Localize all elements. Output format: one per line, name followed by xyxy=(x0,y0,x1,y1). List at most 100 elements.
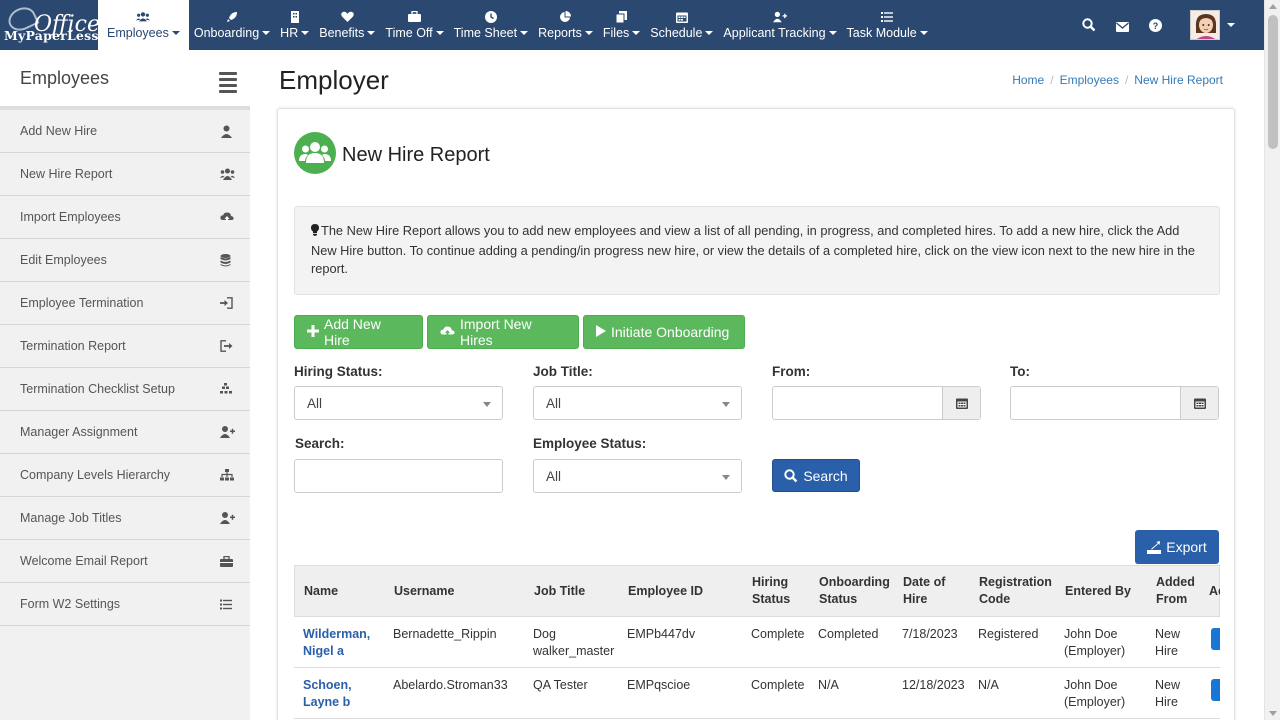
nav-schedule[interactable]: Schedule xyxy=(645,0,718,50)
users-icon xyxy=(294,132,336,174)
cell-onboarding-status: Completed xyxy=(818,627,879,641)
sidebar-item-label: Manage Job Titles xyxy=(20,511,122,525)
search-label: Search: xyxy=(295,436,345,451)
sidebar-item-employee-termination[interactable]: Employee Termination xyxy=(0,282,250,325)
sidebar-item-form-w2-settings[interactable]: Form W2 Settings xyxy=(0,583,250,626)
sidebar-item-label: Employee Termination xyxy=(20,296,144,310)
heart-icon xyxy=(340,11,354,23)
col-employee-id[interactable]: Employee ID xyxy=(628,583,703,600)
search-icon[interactable] xyxy=(1082,18,1096,35)
sidebar-item-edit-employees[interactable]: Edit Employees xyxy=(0,239,250,282)
sidebar-item-welcome-email-report[interactable]: Welcome Email Report xyxy=(0,540,250,583)
from-date-field[interactable] xyxy=(772,386,981,420)
nav-time-sheet[interactable]: Time Sheet xyxy=(449,0,533,50)
col-username[interactable]: Username xyxy=(394,583,454,600)
hiring-status-value: All xyxy=(307,396,323,411)
page-scrollbar[interactable] xyxy=(1264,0,1280,720)
sidebar-item-add-new-hire[interactable]: Add New Hire xyxy=(0,110,250,153)
breadcrumb: Home / Employees / New Hire Report xyxy=(1012,73,1223,87)
employee-name-link[interactable]: Wilderman, Nigel a xyxy=(303,626,383,660)
info-box: The New Hire Report allows you to add ne… xyxy=(294,206,1220,295)
col-actions: Ac xyxy=(1209,584,1220,598)
to-calendar-button[interactable] xyxy=(1180,387,1218,419)
avatar[interactable] xyxy=(1190,10,1220,40)
col-entered-by[interactable]: Entered By xyxy=(1065,583,1131,600)
breadcrumb-home[interactable]: Home xyxy=(1012,73,1044,87)
col-name[interactable]: Name xyxy=(304,583,338,600)
sidebar-item-manager-assignment[interactable]: Manager Assignment xyxy=(0,411,250,454)
add-new-hire-button[interactable]: Add New Hire xyxy=(294,315,423,349)
logo[interactable]: Office MyPaperLess xyxy=(0,0,100,50)
chevron-down-icon xyxy=(483,402,491,407)
nav-time-off[interactable]: Time Off xyxy=(380,0,448,50)
nav-hr-label: HR xyxy=(280,25,299,40)
report-title: New Hire Report xyxy=(342,144,490,166)
job-title-select[interactable]: All xyxy=(533,386,742,420)
database-icon xyxy=(220,254,234,267)
nav-files[interactable]: Files xyxy=(598,0,645,50)
nav-benefits[interactable]: Benefits xyxy=(314,0,380,50)
initiate-onboarding-button[interactable]: Initiate Onboarding xyxy=(583,315,745,349)
col-added-from[interactable]: Added From xyxy=(1156,574,1206,608)
table-header: Name Username Job Title Employee ID Hiri… xyxy=(294,565,1220,617)
nav-applicant-tracking[interactable]: Applicant Tracking xyxy=(718,0,841,50)
nav-task-module-label: Task Module xyxy=(846,25,917,40)
import-new-hires-button[interactable]: Import New Hires xyxy=(427,315,579,349)
col-job-title[interactable]: Job Title xyxy=(534,583,585,600)
calendar-icon xyxy=(956,397,968,412)
help-icon[interactable]: ? xyxy=(1149,19,1162,35)
user-plus-icon xyxy=(220,426,235,439)
scrollbar-thumb[interactable] xyxy=(1268,15,1278,149)
job-title-value: All xyxy=(546,396,562,411)
export-button[interactable]: Export xyxy=(1135,530,1219,564)
col-registration-code[interactable]: Registration Code xyxy=(979,574,1059,608)
calendar-icon xyxy=(1194,397,1206,412)
sidebar-item-termination-report[interactable]: Termination Report xyxy=(0,325,250,368)
sidebar-item-label: Welcome Email Report xyxy=(20,554,148,568)
export-button-label: Export xyxy=(1166,539,1207,555)
user-plus-icon xyxy=(220,512,235,525)
cell-employee-id: EMPqscioe xyxy=(627,678,691,692)
main-content: Employer Home / Employees / New Hire Report … xyxy=(250,50,1264,720)
cell-hiring-status: Complete xyxy=(751,678,805,692)
col-onboarding-status[interactable]: Onboarding Status xyxy=(819,574,894,608)
envelope-icon[interactable] xyxy=(1116,20,1129,35)
sidebar-item-termination-checklist-setup[interactable]: Termination Checklist Setup xyxy=(0,368,250,411)
sidebar-item-import-employees[interactable]: Import Employees xyxy=(0,196,250,239)
col-hiring-status[interactable]: Hiring Status xyxy=(752,574,802,608)
nav-onboarding[interactable]: Onboarding xyxy=(189,0,275,50)
from-label: From: xyxy=(772,364,811,379)
view-button[interactable] xyxy=(1211,679,1220,701)
col-date-of-hire[interactable]: Date of Hire xyxy=(903,574,955,608)
sidebar-item-company-levels-hierarchy[interactable]: Company Levels Hierarchy xyxy=(0,454,250,497)
sidebar-item-new-hire-report[interactable]: New Hire Report xyxy=(0,153,250,196)
cell-added-from: New Hire xyxy=(1155,627,1181,658)
logo-brand-text: MyPaperLess xyxy=(4,28,99,43)
hiring-status-select[interactable]: All xyxy=(294,386,503,420)
sidebar-item-label: Termination Checklist Setup xyxy=(20,382,175,396)
breadcrumb-new-hire-report[interactable]: New Hire Report xyxy=(1134,73,1223,87)
nav-reports[interactable]: Reports xyxy=(533,0,598,50)
scroll-up-icon[interactable] xyxy=(1269,4,1277,9)
cell-hiring-status: Complete xyxy=(751,627,805,641)
employee-name-link[interactable]: Schoen, Layne b xyxy=(303,677,383,711)
cell-employee-id: EMPb447dv xyxy=(627,627,696,641)
hamburger-menu-icon[interactable] xyxy=(219,72,237,93)
from-calendar-button[interactable] xyxy=(942,387,980,419)
employee-status-select[interactable]: All xyxy=(533,459,742,493)
to-date-field[interactable] xyxy=(1010,386,1219,420)
nav-hr[interactable]: HR xyxy=(275,0,314,50)
search-icon xyxy=(784,468,798,483)
sidebar: Employees Add New Hire New Hire Report I… xyxy=(0,50,250,720)
search-button[interactable]: Search xyxy=(772,459,860,492)
search-input[interactable] xyxy=(294,459,503,493)
avatar-dropdown-icon[interactable] xyxy=(1227,23,1235,27)
scroll-down-icon[interactable] xyxy=(1269,711,1277,716)
breadcrumb-employees[interactable]: Employees xyxy=(1060,73,1119,87)
nav-reports-label: Reports xyxy=(538,25,582,40)
nav-task-module[interactable]: Task Module xyxy=(842,0,933,50)
nav-employees[interactable]: Employees xyxy=(98,0,189,50)
table-row: Wilderman, Nigel a Bernadette_Rippin Dog… xyxy=(294,617,1220,668)
sidebar-item-manage-job-titles[interactable]: Manage Job Titles xyxy=(0,497,250,540)
view-button[interactable] xyxy=(1211,628,1220,650)
